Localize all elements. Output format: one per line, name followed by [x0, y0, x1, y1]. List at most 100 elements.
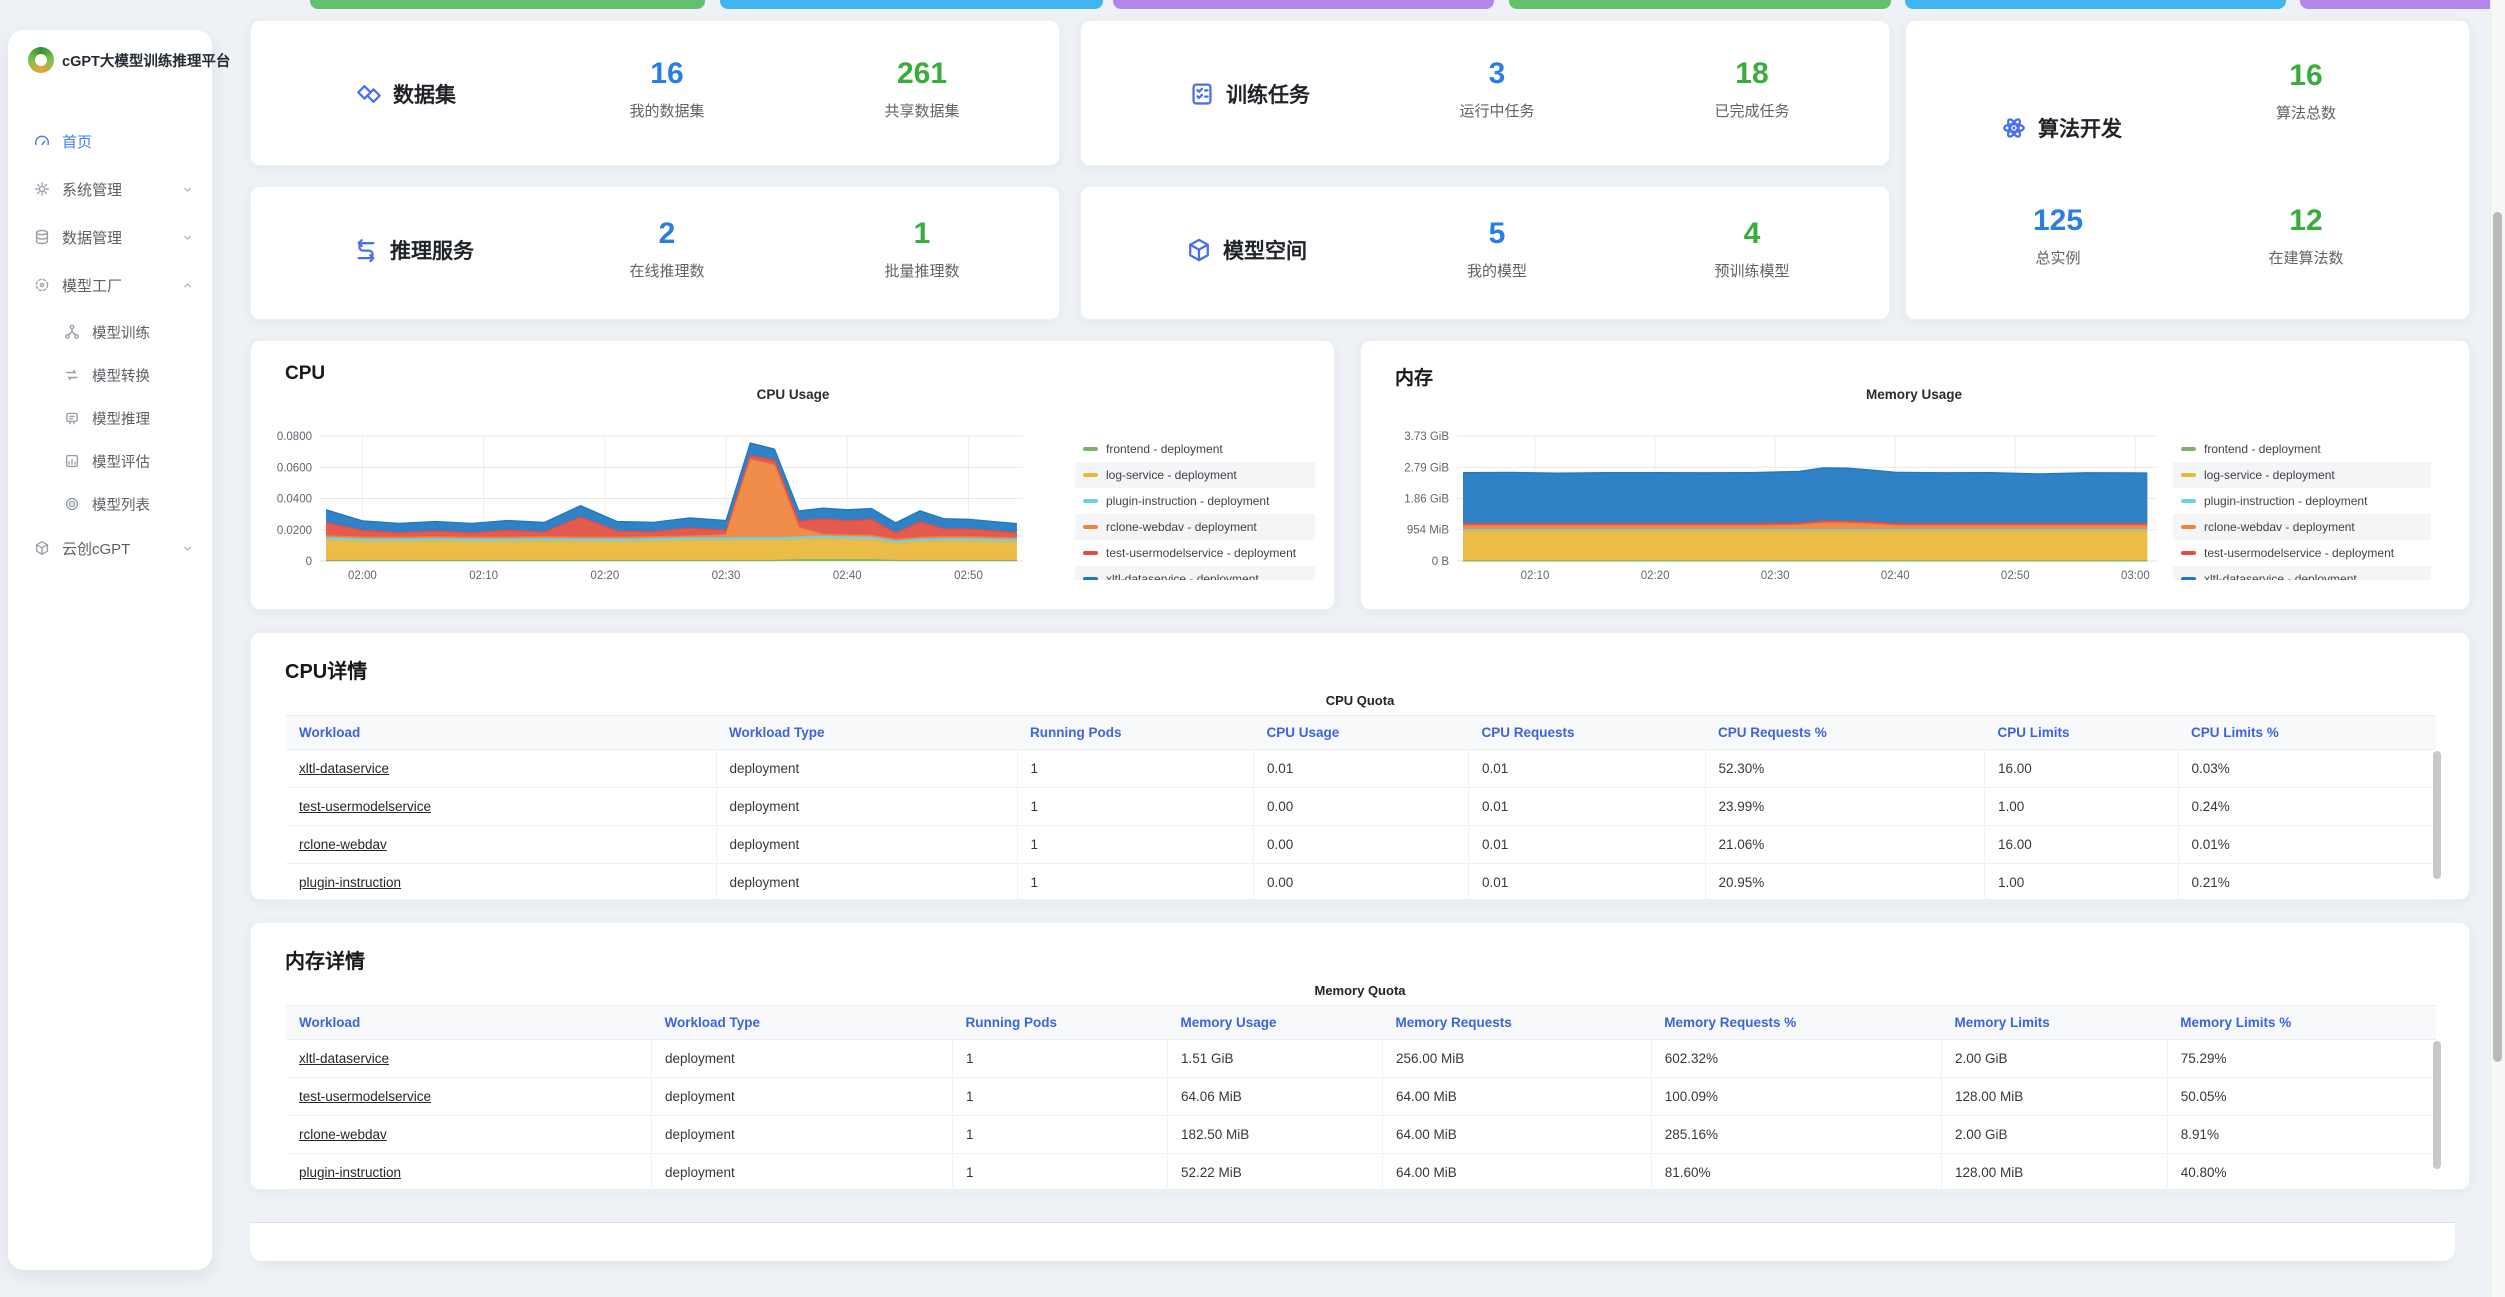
column-header-memory-limits[interactable]: Memory Limits — [1942, 1006, 2168, 1040]
page-scrollbar-track[interactable] — [2490, 0, 2505, 1297]
column-header-cpu-usage[interactable]: CPU Usage — [1254, 716, 1469, 750]
cpu-quota-caption: CPU Quota — [251, 693, 2469, 708]
column-header-workload[interactable]: Workload — [286, 1006, 652, 1040]
workload-link[interactable]: xltl-dataservice — [299, 761, 389, 776]
stat-card-dataset[interactable]: 数据集 16 我的数据集 261 共享数据集 — [250, 20, 1060, 166]
stat-card-inference-service[interactable]: 推理服务 2 在线推理数 1 批量推理数 — [250, 186, 1060, 320]
chevron-down-icon — [181, 183, 194, 196]
sidebar-item-label: 模型评估 — [92, 451, 150, 472]
column-header-memory-limits-[interactable]: Memory Limits % — [2167, 1006, 2436, 1040]
svg-text:2.79 GiB: 2.79 GiB — [1404, 462, 1449, 474]
stat-card-title: 数据集 — [393, 79, 456, 109]
next-section-card-cut — [250, 1223, 2455, 1261]
table-cell: 21.06% — [1705, 826, 1985, 864]
legend-color-chip — [1083, 525, 1098, 529]
stat-card-model-space[interactable]: 模型空间 5 我的模型 4 预训练模型 — [1080, 186, 1890, 320]
workload-link[interactable]: plugin-instruction — [299, 1165, 401, 1180]
stat-card-title: 模型空间 — [1223, 235, 1307, 265]
column-header-memory-usage[interactable]: Memory Usage — [1168, 1006, 1383, 1040]
sidebar-item-模型列表[interactable]: 模型列表 — [8, 490, 212, 518]
legend-item[interactable]: plugin-instruction - deployment — [2173, 488, 2431, 514]
legend-item[interactable]: plugin-instruction - deployment — [1075, 488, 1315, 514]
table-row: rclone-webdavdeployment10.000.0121.06%16… — [286, 826, 2436, 864]
legend-item[interactable]: log-service - deployment — [1075, 462, 1315, 488]
column-header-running-pods[interactable]: Running Pods — [1017, 716, 1254, 750]
chevron-down-icon — [181, 542, 194, 555]
table-scrollbar-thumb[interactable] — [2433, 1041, 2441, 1169]
sidebar-item-云创cGPT[interactable]: 云创cGPT — [8, 533, 212, 563]
legend-color-chip — [2181, 473, 2196, 477]
stat-label: 批量推理数 — [884, 262, 959, 282]
sidebar-item-模型工厂[interactable]: 模型工厂 — [8, 270, 212, 300]
workload-link[interactable]: xltl-dataservice — [299, 1051, 389, 1066]
table-cell: 52.22 MiB — [1168, 1154, 1383, 1192]
legend-item[interactable]: rclone-webdav - deployment — [2173, 514, 2431, 540]
table-cell: deployment — [716, 864, 1017, 902]
sidebar-menu: 首页系统管理数据管理模型工厂模型训练模型转换模型推理模型评估模型列表云创cGPT — [8, 126, 212, 581]
chevron-up-icon — [181, 279, 194, 292]
list-icon — [64, 496, 80, 512]
column-header-memory-requests-[interactable]: Memory Requests % — [1651, 1006, 1941, 1040]
svg-text:02:10: 02:10 — [469, 570, 498, 582]
column-header-cpu-requests[interactable]: CPU Requests — [1469, 716, 1706, 750]
legend-item[interactable]: test-usermodelservice - deployment — [2173, 540, 2431, 566]
stat-card-title: 推理服务 — [390, 235, 474, 265]
column-header-workload-type[interactable]: Workload Type — [652, 1006, 953, 1040]
table-row: rclone-webdavdeployment1182.50 MiB64.00 … — [286, 1116, 2436, 1154]
sidebar-item-模型推理[interactable]: 模型推理 — [8, 404, 212, 432]
sidebar-item-首页[interactable]: 首页 — [8, 126, 212, 156]
memory-details-title: 内存详情 — [285, 945, 365, 974]
svg-text:02:40: 02:40 — [1881, 570, 1910, 582]
legend-label: plugin-instruction - deployment — [2204, 494, 2367, 508]
legend-label: log-service - deployment — [1106, 468, 1237, 482]
legend-item[interactable]: xltl-dataservice - deployment — [2173, 566, 2431, 580]
legend-item[interactable]: frontend - deployment — [2173, 436, 2431, 462]
column-header-memory-requests[interactable]: Memory Requests — [1383, 1006, 1652, 1040]
column-header-cpu-limits[interactable]: CPU Limits — [1985, 716, 2179, 750]
svg-text:1.86 GiB: 1.86 GiB — [1404, 494, 1449, 506]
legend-item[interactable]: test-usermodelservice - deployment — [1075, 540, 1315, 566]
sidebar-item-模型转换[interactable]: 模型转换 — [8, 361, 212, 389]
stat-card-training-tasks[interactable]: 训练任务 3 运行中任务 18 已完成任务 — [1080, 20, 1890, 166]
sidebar-item-模型评估[interactable]: 模型评估 — [8, 447, 212, 475]
svg-text:03:00: 03:00 — [2121, 570, 2150, 582]
cpu-quota-table: WorkloadWorkload TypeRunning PodsCPU Usa… — [286, 715, 2436, 902]
sidebar-item-系统管理[interactable]: 系统管理 — [8, 174, 212, 204]
sidebar-item-数据管理[interactable]: 数据管理 — [8, 222, 212, 252]
legend-label: test-usermodelservice - deployment — [1106, 546, 1296, 560]
stat-label: 我的模型 — [1467, 262, 1527, 282]
page-scrollbar-thumb[interactable] — [2493, 212, 2502, 1062]
app-title: cGPT大模型训练推理平台 — [62, 50, 230, 71]
legend-item[interactable]: xltl-dataservice - deployment — [1075, 566, 1315, 580]
legend-item[interactable]: log-service - deployment — [2173, 462, 2431, 488]
column-header-workload-type[interactable]: Workload Type — [716, 716, 1017, 750]
table-cell: deployment — [652, 1154, 953, 1192]
workload-link[interactable]: test-usermodelservice — [299, 799, 431, 814]
workload-link[interactable]: test-usermodelservice — [299, 1089, 431, 1104]
legend-item[interactable]: rclone-webdav - deployment — [1075, 514, 1315, 540]
stat-value: 16 — [2276, 59, 2336, 93]
column-header-workload[interactable]: Workload — [286, 716, 716, 750]
svg-text:02:20: 02:20 — [590, 570, 619, 582]
column-header-cpu-limits-[interactable]: CPU Limits % — [2178, 716, 2436, 750]
workload-link[interactable]: rclone-webdav — [299, 837, 387, 852]
stat-card-algorithm-dev[interactable]: 算法开发 16 算法总数 125 总实例 12 在建算法数 — [1905, 20, 2470, 320]
column-header-cpu-requests-[interactable]: CPU Requests % — [1705, 716, 1985, 750]
legend-color-chip — [1083, 447, 1098, 451]
svg-text:954 MiB: 954 MiB — [1407, 525, 1450, 537]
legend-item[interactable]: frontend - deployment — [1075, 436, 1315, 462]
table-cell: 602.32% — [1651, 1040, 1941, 1078]
table-cell: 2.00 GiB — [1942, 1116, 2168, 1154]
table-scrollbar-thumb[interactable] — [2433, 751, 2441, 879]
factory-icon — [34, 277, 50, 293]
workload-link[interactable]: plugin-instruction — [299, 875, 401, 890]
table-cell: 50.05% — [2167, 1078, 2436, 1116]
column-header-running-pods[interactable]: Running Pods — [953, 1006, 1168, 1040]
table-row: test-usermodelservicedeployment10.000.01… — [286, 788, 2436, 826]
workload-link[interactable]: rclone-webdav — [299, 1127, 387, 1142]
sidebar-item-模型训练[interactable]: 模型训练 — [8, 318, 212, 346]
top-card-edge — [1113, 0, 1494, 9]
table-cell: 0.01 — [1469, 750, 1706, 788]
table-cell: 0.01 — [1469, 788, 1706, 826]
table-cell: 20.95% — [1705, 864, 1985, 902]
